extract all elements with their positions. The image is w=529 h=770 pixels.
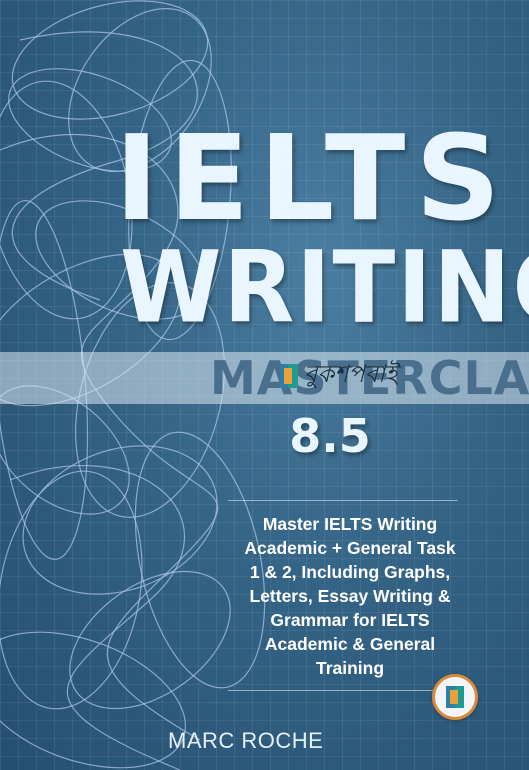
subtitle: Master IELTS Writing Academic + General … — [200, 512, 500, 680]
book-icon — [280, 364, 298, 388]
subtitle-line: Academic + General Task — [244, 538, 456, 558]
watermark-text: বুকশপবাই — [304, 360, 398, 388]
subtitle-line: 1 & 2, Including Graphs, — [249, 562, 451, 582]
author-name: MARC ROCHE — [168, 728, 324, 753]
score-label: 8.5 — [289, 409, 371, 463]
watermark: বুকশপবাই — [278, 358, 398, 394]
subtitle-line: Academic & General — [264, 634, 436, 654]
divider-top — [228, 500, 458, 501]
book-icon — [446, 686, 464, 708]
subtitle-line: Letters, Essay Writing & — [249, 586, 451, 606]
title-line-1: IELTS — [114, 109, 511, 247]
book-cover: IELTS WRITING MASTERCLASS বুকশপবাই 8.5 M… — [0, 0, 529, 770]
title-line-2: WRITING — [120, 229, 529, 346]
subtitle-line: Grammar for IELTS — [270, 610, 430, 630]
publisher-badge[interactable] — [432, 674, 478, 720]
subtitle-line: Master IELTS Writing — [262, 514, 438, 534]
divider-bottom — [228, 690, 458, 691]
